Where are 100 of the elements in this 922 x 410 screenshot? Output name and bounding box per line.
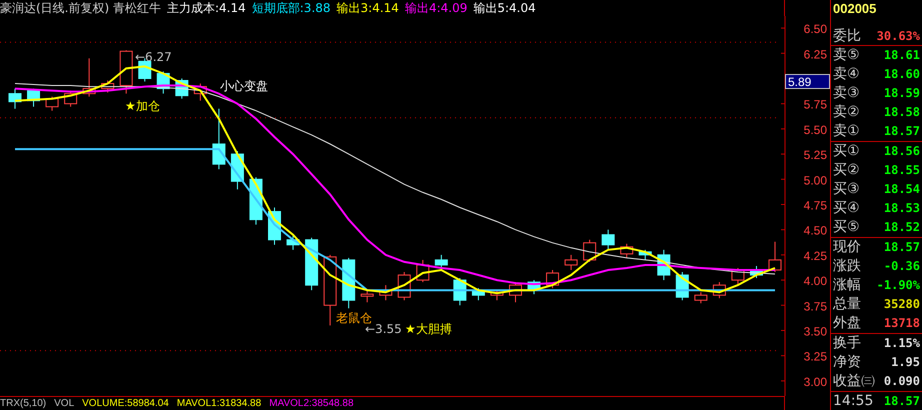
quote-label: 外盘 <box>833 314 861 332</box>
candlestick <box>82 58 96 98</box>
quote-value: 1.15% <box>884 336 920 350</box>
indicator-label: 输出3:4.14 <box>336 0 399 16</box>
quote-label: 总量 <box>833 295 861 314</box>
candlestick <box>194 83 207 102</box>
axis-tick-label: 5.50 <box>804 122 827 137</box>
indicator-label: TRX(5,10) <box>0 397 46 410</box>
warning-label: 老鼠仓 <box>336 311 372 325</box>
candlestick <box>46 96 59 112</box>
axis-tick-label: 3.25 <box>804 350 827 364</box>
quote-value: 0.090 <box>884 374 920 388</box>
candlestick <box>305 237 318 291</box>
candlestick <box>731 268 744 286</box>
candlestick <box>286 234 300 250</box>
quote-value: 35280 <box>884 297 920 312</box>
quote-label: 现价 <box>833 238 861 256</box>
axis-tick-label: 5.25 <box>804 148 827 162</box>
indicator-label: 输出4:4.09 <box>404 0 468 16</box>
candlestick <box>528 280 541 295</box>
quote-value: 18.60 <box>884 67 920 82</box>
quote-label: 买④ <box>833 199 860 218</box>
cursor-price-label: 5.89 <box>785 74 830 89</box>
annotation-label: 小心变盘 <box>220 79 268 93</box>
stock-code: 002005 <box>832 0 878 18</box>
axis-tick-label: 3.50 <box>804 324 827 338</box>
quote-label: 卖⑤ <box>833 46 860 64</box>
axis-tick-label: 4.00 <box>804 274 827 288</box>
price-marker-label: ←6.27 <box>135 50 172 64</box>
quote-value: 1.95 <box>891 355 920 370</box>
axis-tick-label: 5.75 <box>804 98 827 112</box>
candlestick <box>360 290 374 303</box>
axis-tick-label: 6.25 <box>804 47 827 62</box>
indicator-label: 输出5:4.04 <box>473 0 536 16</box>
quote-value: 18.58 <box>884 105 920 120</box>
axis-tick-label: 4.75 <box>804 198 827 212</box>
candlestick <box>268 207 281 246</box>
quote-label: 卖② <box>833 103 860 122</box>
axis-tick-label: 3.75 <box>804 299 827 314</box>
price-marker-label: ←3.55 <box>365 322 402 336</box>
tick-time: 14:55 <box>833 392 874 409</box>
quote-label: 买① <box>833 142 860 160</box>
quote-label: 换手 <box>833 334 861 352</box>
candlestick <box>212 108 226 170</box>
quote-label: 涨跌 <box>833 257 861 276</box>
quote-label: 涨幅 <box>833 276 861 294</box>
quote-value: -0.36 <box>884 259 920 274</box>
quote-label: 卖① <box>833 122 860 140</box>
axis-tick-label: 4.50 <box>804 224 827 238</box>
quote-value: 18.57 <box>884 124 920 138</box>
signal-label: ★加仓 <box>125 99 160 113</box>
indicator-label: VOL <box>54 397 74 410</box>
candlestick <box>694 292 708 304</box>
quote-label: 收益㈢ <box>833 372 875 390</box>
candlestick <box>620 243 634 258</box>
quote-value: 18.56 <box>884 144 920 158</box>
signal-label: ★大胆搏 <box>405 322 452 336</box>
quote-value: 18.54 <box>884 182 920 196</box>
candlestick <box>324 254 337 326</box>
candlestick <box>120 50 133 94</box>
candlestick <box>583 239 596 262</box>
indicator-label: 豪润达(日线.前复权) 青松红牛 <box>0 0 161 16</box>
candlestick <box>472 288 485 301</box>
candlestick <box>64 90 78 108</box>
quote-label: 买③ <box>833 180 860 198</box>
quote-value: 18.53 <box>884 201 920 216</box>
candlestick <box>342 257 356 309</box>
candlestick <box>602 229 615 250</box>
axis-tick-label: 6.50 <box>804 22 827 36</box>
quote-value: 18.59 <box>884 86 920 100</box>
candlestick <box>101 80 114 94</box>
quote-label: 净资 <box>833 353 861 372</box>
quote-label: 卖④ <box>833 65 860 84</box>
candlestick <box>379 284 392 301</box>
candlestick <box>657 249 670 281</box>
candlestick <box>712 282 726 299</box>
indicator-label: MAVOL1:31834.88 <box>176 397 262 410</box>
indicator-label: VOLUME:58984.04 <box>82 397 169 410</box>
quote-value: 13718 <box>884 316 920 330</box>
quote-label: 卖③ <box>833 84 860 102</box>
quote-value: -1.90% <box>876 278 920 292</box>
candlestick <box>156 70 170 94</box>
tick-price: 18.57 <box>884 394 920 408</box>
axis-tick-label: 5.00 <box>804 173 827 188</box>
candlestick <box>546 270 560 289</box>
quote-label: 买⑤ <box>833 218 860 236</box>
candlestick <box>564 254 578 270</box>
candlestick <box>453 278 466 306</box>
quote-label: 委比 <box>833 26 861 45</box>
candlestick <box>490 290 504 301</box>
candlestick <box>416 259 430 283</box>
candlestick <box>27 88 40 108</box>
candlestick <box>230 150 244 190</box>
candlestick <box>8 88 22 110</box>
quote-label: 买② <box>833 161 860 180</box>
quote-value: 18.55 <box>884 163 920 178</box>
indicator-label: 主力成本:4.14 <box>167 0 246 16</box>
axis-tick-label: 3.00 <box>804 374 827 389</box>
candlestick <box>750 265 763 279</box>
candlestick <box>638 249 652 260</box>
